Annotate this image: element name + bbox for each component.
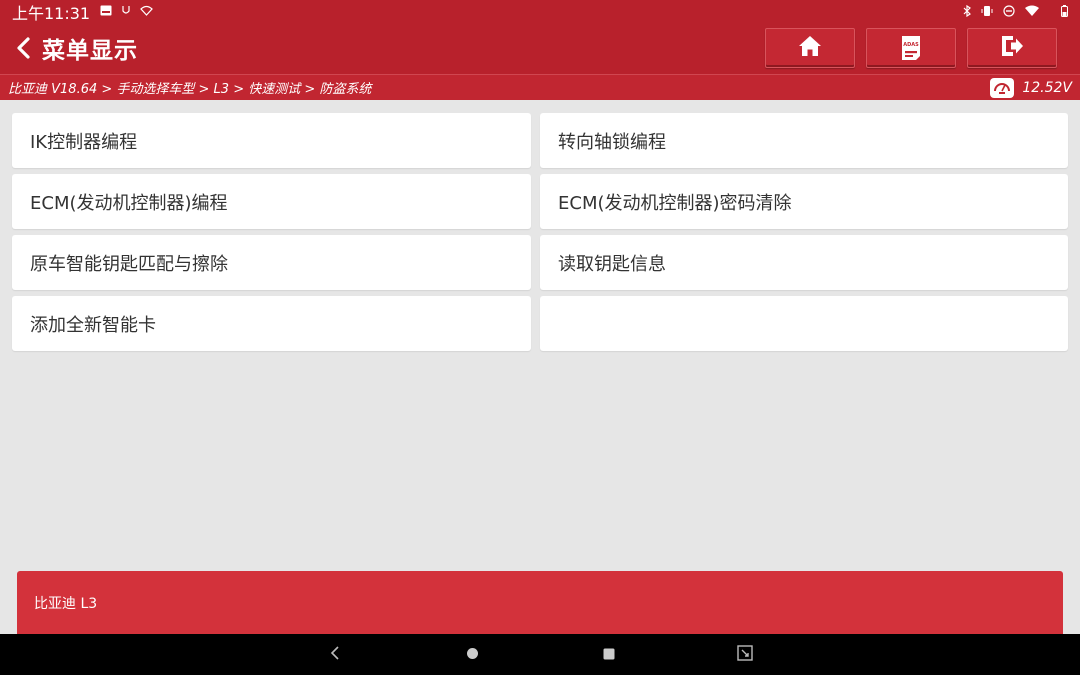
adas-button[interactable]: ADAS <box>866 28 956 68</box>
nav-back-icon <box>330 645 340 664</box>
breadcrumb: 比亚迪 V18.64 > 手动选择车型 > L3 > 快速测试 > 防盗系统 1… <box>0 74 1080 100</box>
voltage-value: 12.52V <box>1022 79 1072 96</box>
adas-label: ADAS <box>903 42 919 48</box>
menu-item-read-key-info[interactable]: 读取钥匙信息 <box>540 235 1068 290</box>
image-icon <box>100 5 112 19</box>
breadcrumb-path: 比亚迪 V18.64 > 手动选择车型 > L3 > 快速测试 > 防盗系统 <box>8 82 372 97</box>
menu-item-empty <box>540 296 1068 351</box>
usb-icon <box>120 5 132 20</box>
wifi-icon <box>140 5 153 19</box>
status-bar: 上午11:31 <box>0 0 1080 24</box>
exit-icon <box>999 33 1025 63</box>
voltage-indicator: 12.52V <box>990 77 1072 98</box>
vehicle-label: 比亚迪 L3 <box>34 596 98 612</box>
vehicle-info-panel: 比亚迪 L3 <box>17 571 1063 635</box>
screenshot-icon <box>737 644 753 665</box>
home-button[interactable] <box>765 28 855 68</box>
status-right-icons <box>963 4 1068 20</box>
status-time: 上午11:31 <box>12 4 91 23</box>
menu-item-add-smart-card[interactable]: 添加全新智能卡 <box>12 296 531 351</box>
back-icon[interactable] <box>6 26 42 70</box>
menu-item-smart-key-match-erase[interactable]: 原车智能钥匙匹配与擦除 <box>12 235 531 290</box>
battery-icon <box>1061 4 1068 20</box>
wifi-full-icon <box>1025 5 1039 19</box>
page-title: 菜单显示 <box>42 38 138 64</box>
bluetooth-icon <box>963 4 971 20</box>
menu-grid: IK控制器编程 转向轴锁编程 ECM(发动机控制器)编程 ECM(发动机控制器)… <box>12 113 1068 351</box>
home-icon <box>797 33 823 63</box>
app-header: 上午11:31 菜单显示 ADAS <box>0 0 1080 74</box>
nav-home-button[interactable] <box>452 634 492 675</box>
exit-button[interactable] <box>967 28 1057 68</box>
menu-item-ik-programming[interactable]: IK控制器编程 <box>12 113 531 168</box>
nav-back-button[interactable] <box>315 634 355 675</box>
adas-icon: ADAS <box>900 35 922 61</box>
dnd-icon <box>1003 4 1015 20</box>
vibrate-icon <box>981 5 993 20</box>
nav-recents-button[interactable] <box>589 634 629 675</box>
menu-item-ecm-password-clear[interactable]: ECM(发动机控制器)密码清除 <box>540 174 1068 229</box>
nav-screenshot-button[interactable] <box>725 634 765 675</box>
nav-recents-icon <box>603 645 615 664</box>
menu-item-steering-lock-programming[interactable]: 转向轴锁编程 <box>540 113 1068 168</box>
car-battery-icon <box>990 77 1015 98</box>
system-nav-bar <box>0 634 1080 675</box>
nav-home-icon <box>466 645 479 664</box>
menu-item-ecm-programming[interactable]: ECM(发动机控制器)编程 <box>12 174 531 229</box>
